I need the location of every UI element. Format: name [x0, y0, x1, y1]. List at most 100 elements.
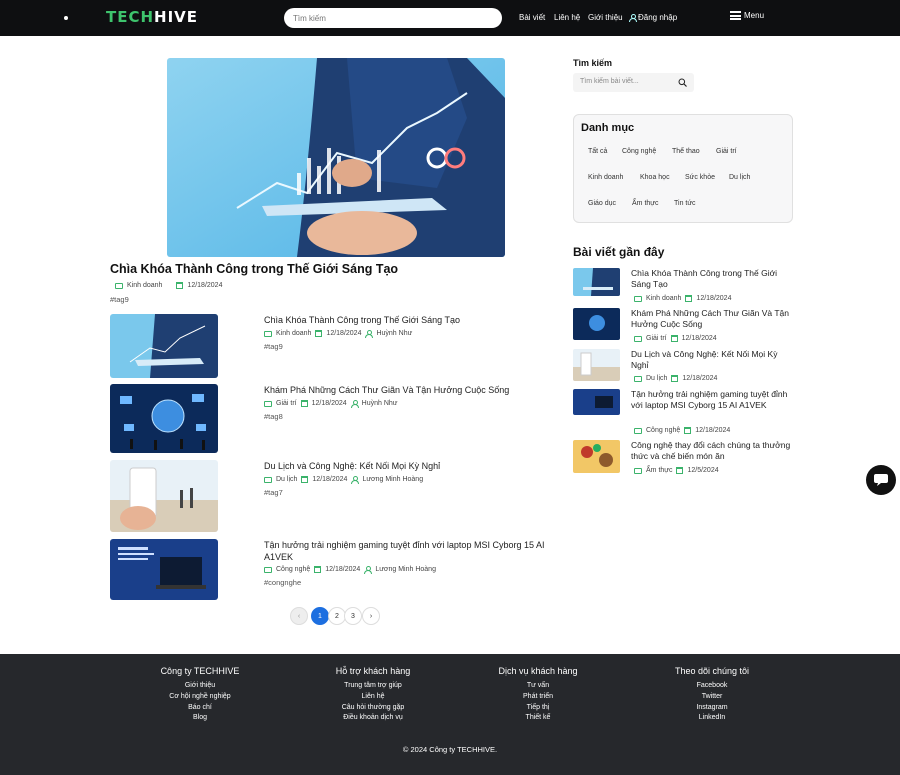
featured-category[interactable]: Kinh doanh — [127, 282, 162, 289]
nav-posts[interactable]: Bài viết — [519, 13, 545, 22]
recent-category[interactable]: Kinh doanh — [646, 295, 681, 302]
category-chip[interactable]: Giải trí — [716, 148, 737, 155]
chat-button[interactable] — [866, 465, 896, 495]
post-meta: Du lịch 12/18/2024 Lương Minh Hoàng — [264, 476, 423, 484]
recent-post-title[interactable]: Chìa Khóa Thành Công trong Thế Giới Sáng… — [631, 268, 793, 290]
recent-category[interactable]: Du lịch — [646, 375, 667, 382]
footer-link[interactable]: Trung tâm trợ giúp — [303, 681, 443, 692]
category-chip[interactable]: Sức khỏe — [685, 174, 715, 181]
recent-thumbnail[interactable] — [573, 268, 620, 296]
recent-date: 12/18/2024 — [696, 295, 732, 302]
category-chip[interactable]: Giáo dục — [588, 200, 617, 207]
site-logo[interactable]: TECHHIVE — [106, 8, 198, 26]
footer-link[interactable]: Tư vấn — [468, 681, 608, 692]
recent-meta: Ẩm thực 12/5/2024 — [634, 467, 719, 474]
recent-category[interactable]: Ẩm thực — [646, 467, 672, 474]
footer-link-linkedin[interactable]: LinkedIn — [642, 713, 782, 724]
post-tag[interactable]: #tag9 — [264, 342, 283, 351]
footer-column-title: Công ty TECHHIVE — [160, 666, 240, 676]
chat-icon — [874, 474, 888, 486]
post-category[interactable]: Kinh doanh — [276, 330, 311, 337]
category-chip[interactable]: Tin tức — [674, 200, 696, 207]
post-category[interactable]: Giải trí — [276, 400, 297, 407]
category-chip[interactable]: Tất cả — [588, 148, 608, 155]
category-chip[interactable]: Du lịch — [729, 174, 751, 181]
category-chip[interactable]: Thể thao — [672, 148, 700, 155]
footer-column-company: Công ty TECHHIVE Giới thiệu Cơ hội nghề … — [130, 666, 270, 724]
pagination-next-button[interactable]: › — [362, 607, 380, 625]
search-icon[interactable] — [678, 78, 687, 87]
post-category[interactable]: Công nghệ — [276, 566, 310, 573]
post-category[interactable]: Du lịch — [276, 476, 297, 483]
footer-link[interactable]: Tiếp thị — [468, 703, 608, 714]
featured-title[interactable]: Chìa Khóa Thành Công trong Thế Giới Sáng… — [110, 262, 398, 276]
recent-date: 12/18/2024 — [681, 335, 717, 342]
recent-category[interactable]: Giải trí — [646, 335, 667, 342]
user-icon — [629, 14, 637, 22]
post-title[interactable]: Tận hưởng trải nghiệm gaming tuyệt đỉnh … — [264, 539, 559, 563]
nav-contact[interactable]: Liên hệ — [554, 13, 580, 22]
nav-login[interactable]: Đăng nhập — [629, 13, 677, 22]
header-search-input[interactable] — [284, 8, 502, 28]
footer-link-facebook[interactable]: Facebook — [642, 681, 782, 692]
menu-button[interactable]: Menu — [730, 11, 764, 20]
post-meta: Kinh doanh 12/18/2024 Huỳnh Như — [264, 330, 412, 338]
recent-thumbnail[interactable] — [573, 349, 620, 381]
footer-column-social: Theo dõi chúng tôi Facebook Twitter Inst… — [642, 666, 782, 724]
category-chip[interactable]: Công nghệ — [622, 148, 657, 155]
site-footer: Công ty TECHHIVE Giới thiệu Cơ hội nghề … — [0, 654, 900, 775]
footer-link[interactable]: Blog — [130, 713, 270, 724]
post-thumbnail[interactable] — [110, 384, 218, 453]
recent-meta: Công nghệ 12/18/2024 — [634, 427, 730, 434]
post-title[interactable]: Chìa Khóa Thành Công trong Thế Giới Sáng… — [264, 314, 559, 326]
category-chip[interactable]: Kinh doanh — [588, 174, 624, 181]
footer-link[interactable]: Phát triển — [468, 692, 608, 703]
pagination-page-3[interactable]: 3 — [344, 607, 362, 625]
post-title[interactable]: Du Lịch và Công Nghệ: Kết Nối Mọi Kỳ Ngh… — [264, 460, 559, 472]
featured-tag[interactable]: #tag9 — [110, 295, 129, 304]
logo-hive: HIVE — [154, 8, 199, 26]
footer-link[interactable]: Cơ hội nghề nghiệp — [130, 692, 270, 703]
category-chip[interactable]: Khoa học — [640, 174, 670, 181]
footer-link-twitter[interactable]: Twitter — [642, 692, 782, 703]
calendar-icon — [685, 295, 693, 302]
recent-category[interactable]: Công nghệ — [646, 427, 680, 434]
footer-link[interactable]: Liên hệ — [303, 692, 443, 703]
post-date: 12/18/2024 — [312, 476, 348, 483]
pagination-page-1[interactable]: 1 — [311, 607, 329, 625]
category-chip[interactable]: Ẩm thực — [632, 200, 659, 207]
footer-link[interactable]: Câu hỏi thường gặp — [303, 703, 443, 714]
footer-link[interactable]: Điều khoản dịch vụ — [303, 713, 443, 724]
footer-column-services: Dịch vụ khách hàng Tư vấn Phát triển Tiế… — [468, 666, 608, 724]
footer-link-instagram[interactable]: Instagram — [642, 703, 782, 714]
logo-tech: TECH — [106, 8, 155, 26]
post-date: 12/18/2024 — [326, 330, 362, 337]
recent-post-title[interactable]: Tận hưởng trải nghiệm gaming tuyệt đỉnh … — [631, 389, 793, 411]
post-title[interactable]: Khám Phá Những Cách Thư Giãn Và Tận Hưởn… — [264, 384, 559, 396]
featured-image[interactable] — [167, 58, 505, 257]
calendar-icon — [315, 330, 323, 337]
folder-icon — [264, 330, 272, 337]
recent-thumbnail[interactable] — [573, 440, 620, 473]
nav-about[interactable]: Giới thiệu — [588, 13, 623, 22]
post-tag[interactable]: #tag7 — [264, 488, 283, 497]
post-tag[interactable]: #congnghe — [264, 578, 301, 587]
footer-link[interactable]: Thiết kế — [468, 713, 608, 724]
recent-thumbnail[interactable] — [573, 389, 620, 415]
recent-thumbnail[interactable] — [573, 308, 620, 340]
footer-link[interactable]: Giới thiệu — [130, 681, 270, 692]
sidebar-search-input[interactable]: Tìm kiếm bài viết... — [573, 73, 694, 92]
footer-link[interactable]: Báo chí — [130, 703, 270, 714]
post-thumbnail[interactable] — [110, 314, 218, 378]
footer-column-title: Hỗ trợ khách hàng — [335, 666, 411, 676]
recent-date: 12/18/2024 — [682, 375, 718, 382]
recent-post-title[interactable]: Công nghệ thay đổi cách chúng ta thưởng … — [631, 440, 793, 462]
pagination-prev-button[interactable]: ‹ — [290, 607, 308, 625]
calendar-icon — [301, 476, 309, 483]
post-tag[interactable]: #tag8 — [264, 412, 283, 421]
recent-post-title[interactable]: Du Lịch và Công Nghệ: Kết Nối Mọi Kỳ Ngh… — [631, 349, 793, 371]
calendar-icon — [684, 427, 692, 434]
post-thumbnail[interactable] — [110, 460, 218, 532]
post-thumbnail[interactable] — [110, 539, 218, 600]
recent-post-title[interactable]: Khám Phá Những Cách Thư Giãn Và Tận Hưởn… — [631, 308, 793, 330]
